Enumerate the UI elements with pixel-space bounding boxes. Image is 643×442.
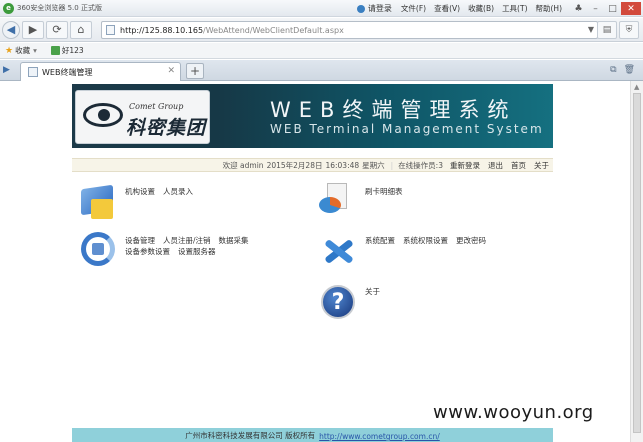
refresh-button[interactable]: ⟳ xyxy=(46,20,68,39)
tab-close-icon[interactable]: ✕ xyxy=(167,66,175,76)
restore-tabs-icon[interactable]: ⧉ xyxy=(610,65,616,75)
browser-title: 360安全浏览器 5.0 正式版 xyxy=(17,4,102,12)
menu-view[interactable]: 查看(V) xyxy=(434,3,460,14)
address-bar[interactable]: http://125.88.10.165/WebAttend/WebClient… xyxy=(101,21,598,39)
scrollbar-thumb[interactable] xyxy=(633,93,641,433)
organization-icon xyxy=(77,183,119,223)
titlebar-right: 请登录 文件(F) 查看(V) 收藏(B) 工具(T) 帮助(H) ♣ – □ … xyxy=(356,0,643,17)
new-tab-button[interactable]: + xyxy=(186,63,204,79)
page-footer: 广州市科密科技发展有限公司 版权所有 http://www.cometgroup… xyxy=(72,428,553,442)
menu-file[interactable]: 文件(F) xyxy=(401,3,426,14)
about-link[interactable]: 关于 xyxy=(534,160,549,171)
favorites-bar: ★ 收藏 ▾ 好123 xyxy=(0,43,643,59)
link-staff-register[interactable]: 人员注册/注销 xyxy=(163,236,211,245)
current-weekday: 星期六 xyxy=(362,160,385,170)
navigation-bar: ◀ ▶ ⟳ ⌂ http://125.88.10.165/WebAttend/W… xyxy=(0,18,643,42)
link-device-manage[interactable]: 设备管理 xyxy=(125,236,155,245)
welcome-text: 欢迎 admin xyxy=(222,160,264,170)
user-info-bar: 欢迎 admin 2015年2月28日 16:03:48 星期六 | 在线操作员… xyxy=(72,158,553,172)
vertical-scrollbar[interactable]: ▲ xyxy=(630,81,643,442)
module-card-records: 刷卡明细表 xyxy=(317,183,411,223)
report-chart-icon xyxy=(317,183,359,223)
hao123-icon xyxy=(50,46,60,55)
module-system: 系统配置 系统权限设置 更改密码 xyxy=(317,232,494,272)
shield-icon[interactable]: ⛨ xyxy=(619,21,639,39)
device-refresh-icon xyxy=(77,232,119,272)
home-button[interactable]: ⌂ xyxy=(70,20,92,39)
link-change-password[interactable]: 更改密码 xyxy=(456,236,486,245)
close-button[interactable]: ✕ xyxy=(621,2,641,15)
module-grid: 机构设置 人员录入 刷卡明细表 设备管理 人员注册/注销 数据采集 设备参数设置 设置服… xyxy=(72,181,553,331)
tab-right-tools: ⧉ 🗑 xyxy=(610,65,635,75)
trash-icon[interactable]: 🗑 xyxy=(624,65,635,75)
link-device-params[interactable]: 设备参数设置 xyxy=(125,247,170,256)
maximize-button[interactable]: □ xyxy=(604,2,621,15)
link-set-server[interactable]: 设置服务器 xyxy=(178,247,216,256)
nav-right-tools: ▤ ⛨ xyxy=(595,21,639,39)
skin-icon[interactable]: ♣ xyxy=(570,2,587,15)
module-organization: 机构设置 人员录入 xyxy=(77,183,201,223)
user-icon xyxy=(356,4,365,13)
logout-link[interactable]: 退出 xyxy=(488,160,503,171)
logo-chinese: 科密集团 xyxy=(126,117,207,139)
link-about[interactable]: 关于 xyxy=(365,287,380,296)
watermark-text: www.wooyun.org xyxy=(433,402,594,423)
login-link[interactable]: 请登录 xyxy=(356,3,392,14)
scroll-up-icon[interactable]: ▲ xyxy=(634,83,639,91)
browser-titlebar: e 360安全浏览器 5.0 正式版 请登录 文件(F) 查看(V) 收藏(B)… xyxy=(0,0,643,17)
current-date: 2015年2月28日 xyxy=(266,160,323,170)
favorites-dropdown-icon[interactable]: ▾ xyxy=(33,46,37,55)
browser-logo-icon: e xyxy=(3,2,14,14)
company-url-link[interactable]: http://www.cometgroup.com.cn/ xyxy=(319,432,440,441)
tab-web-terminal[interactable]: WEB终端管理 ✕ xyxy=(20,62,181,81)
menu-help[interactable]: 帮助(H) xyxy=(536,3,563,14)
link-permission-settings[interactable]: 系统权限设置 xyxy=(403,236,448,245)
eye-logo-icon xyxy=(83,103,123,127)
help-question-icon: ? xyxy=(317,283,359,323)
address-host: http://125.88.10.165 xyxy=(120,25,204,35)
sidebar-toggle-icon[interactable]: ▶ xyxy=(3,65,10,75)
module-device: 设备管理 人员注册/注销 数据采集 设备参数设置 设置服务器 xyxy=(77,232,257,272)
star-icon: ★ xyxy=(5,45,14,56)
system-title-cn: WEB终端管理系统 xyxy=(270,98,517,122)
tab-bar: ▶ WEB终端管理 ✕ + ⧉ 🗑 xyxy=(0,60,643,81)
link-system-config[interactable]: 系统配置 xyxy=(365,236,395,245)
address-path: /WebAttend/WebClientDefault.aspx xyxy=(203,25,344,35)
back-button[interactable]: ◀ xyxy=(2,20,20,39)
site-header: Comet Group 科密集团 WEB终端管理系统 WEB Terminal … xyxy=(72,84,553,148)
favorites-button[interactable]: 收藏 xyxy=(15,45,30,56)
address-dropdown-icon[interactable]: ▼ xyxy=(588,25,594,34)
link-card-detail[interactable]: 刷卡明细表 xyxy=(365,187,403,196)
minimize-button[interactable]: – xyxy=(587,2,604,15)
tools-icon[interactable]: ▤ xyxy=(597,21,617,39)
menu-favorites[interactable]: 收藏(B) xyxy=(468,3,494,14)
tab-label: WEB终端管理 xyxy=(42,67,93,77)
page-icon xyxy=(106,25,115,35)
home-link[interactable]: 首页 xyxy=(511,160,526,171)
page-content: Comet Group 科密集团 WEB终端管理系统 WEB Terminal … xyxy=(0,81,630,442)
copyright-text: 广州市科密科技发展有限公司 版权所有 xyxy=(185,431,316,440)
tools-wrench-icon xyxy=(317,232,359,272)
favorite-link-hao123[interactable]: 好123 xyxy=(62,45,84,56)
forward-button[interactable]: ▶ xyxy=(22,20,44,39)
company-logo: Comet Group 科密集团 xyxy=(75,90,210,144)
system-title-en: WEB Terminal Management System xyxy=(270,122,544,136)
current-time: 16:03:48 xyxy=(325,160,360,170)
online-operators: 在线操作员:3 xyxy=(398,160,443,170)
logo-english: Comet Group xyxy=(129,102,184,111)
menu-tools[interactable]: 工具(T) xyxy=(502,3,527,14)
relogin-link[interactable]: 重新登录 xyxy=(450,160,480,171)
tab-page-icon xyxy=(28,67,38,77)
link-staff-entry[interactable]: 人员录入 xyxy=(163,187,193,196)
link-org-settings[interactable]: 机构设置 xyxy=(125,187,155,196)
module-about: ? 关于 xyxy=(317,283,388,323)
link-data-collect[interactable]: 数据采集 xyxy=(219,236,249,245)
